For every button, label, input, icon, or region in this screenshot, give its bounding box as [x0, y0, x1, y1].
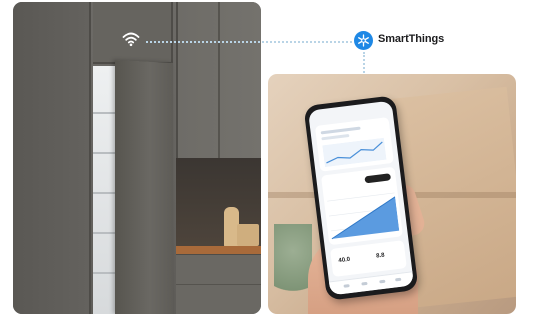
wifi-icon: [122, 32, 140, 47]
app-screen: 40.0 8.8: [307, 100, 415, 296]
fridge-shelf: [93, 232, 117, 234]
fridge-shelf: [93, 112, 117, 114]
smartthings-snowflake-icon: [354, 31, 373, 50]
drawer-line: [176, 284, 261, 285]
fridge-shelf: [93, 192, 117, 194]
plant: [274, 224, 312, 314]
connection-line: [146, 41, 352, 43]
tall-cabinet: [13, 2, 91, 314]
cabinet-divider: [218, 2, 220, 158]
kitchen-photo: [13, 2, 261, 314]
cutting-board: [237, 224, 259, 246]
fridge-shelf: [93, 272, 117, 274]
countertop: [176, 246, 261, 254]
brand-name: SmartThings: [378, 33, 445, 45]
fridge-shelf: [93, 152, 117, 154]
fridge-door: [115, 60, 173, 314]
connection-line: [363, 52, 365, 76]
usage-area-chart: [327, 192, 400, 240]
readout-right: 8.8: [375, 252, 385, 260]
fridge-interior: [93, 66, 117, 314]
